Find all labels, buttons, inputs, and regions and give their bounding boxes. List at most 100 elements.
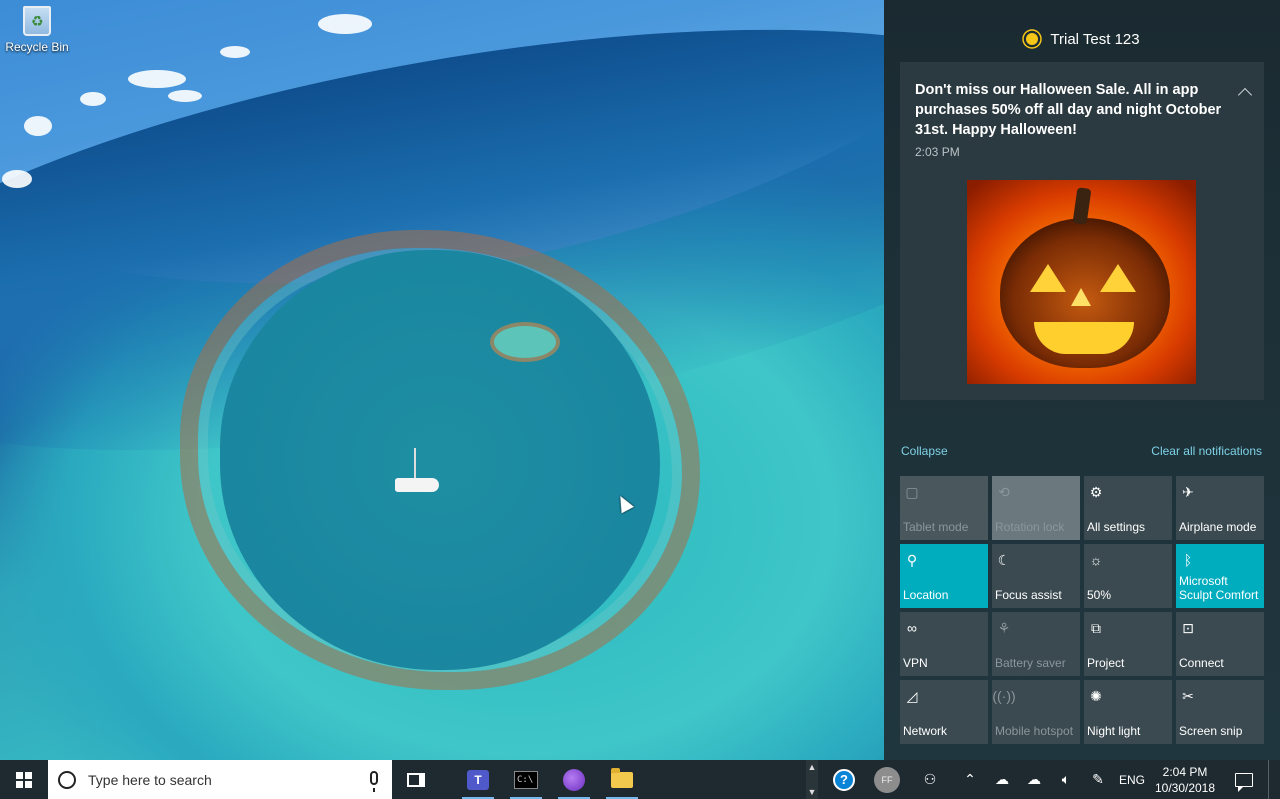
pumpkin-nose bbox=[1071, 288, 1091, 306]
tile-brightness[interactable]: ☼ 50% bbox=[1084, 544, 1172, 608]
tile-mobile-hotspot[interactable]: ((·)) Mobile hotspot bbox=[992, 680, 1080, 744]
clock-date: 10/30/2018 bbox=[1154, 780, 1216, 795]
notification-image bbox=[967, 180, 1196, 384]
clock[interactable]: 2:04 PM 10/30/2018 bbox=[1150, 764, 1220, 796]
tile-location[interactable]: ⚲ Location bbox=[900, 544, 988, 608]
cloud bbox=[220, 46, 250, 58]
wallpaper-lagoon bbox=[220, 250, 660, 670]
tile-network[interactable]: ◿ Network bbox=[900, 680, 988, 744]
cortana-icon bbox=[58, 770, 76, 789]
tile-label: Screen snip bbox=[1179, 724, 1243, 738]
tile-label: Project bbox=[1087, 656, 1125, 670]
avatar: FF bbox=[874, 766, 900, 793]
tile-label: Microsoft Sculpt Comfort bbox=[1179, 574, 1259, 602]
action-center: Trial Test 123 Don't miss our Halloween … bbox=[884, 0, 1280, 760]
connect-icon: ⊡ bbox=[1182, 619, 1194, 636]
cloud bbox=[128, 70, 186, 88]
chevron-up-icon[interactable] bbox=[1237, 87, 1253, 103]
tray-help[interactable]: ? bbox=[828, 760, 860, 799]
tablet-icon: ▢ bbox=[905, 483, 919, 500]
onedrive-icon[interactable]: ☁ bbox=[1018, 760, 1050, 799]
people-icon[interactable]: ⚇ bbox=[914, 760, 946, 799]
tile-project[interactable]: ⧉ Project bbox=[1084, 612, 1172, 676]
cloud bbox=[318, 14, 372, 34]
cloud bbox=[168, 90, 202, 102]
airplane-icon: ✈ bbox=[1182, 483, 1194, 500]
taskbar-app-file-explorer[interactable] bbox=[598, 760, 646, 799]
onedrive-sync-icon[interactable]: ☁ bbox=[986, 760, 1018, 799]
screen-snip-icon: ✂ bbox=[1182, 687, 1194, 704]
pen-ink-icon[interactable]: ✎ bbox=[1082, 760, 1114, 799]
bluetooth-icon: ᛒ bbox=[1183, 552, 1193, 568]
clear-all-notifications-link[interactable]: Clear all notifications bbox=[1151, 444, 1262, 458]
notification-card[interactable]: Don't miss our Halloween Sale. All in ap… bbox=[900, 62, 1264, 400]
tile-label: Night light bbox=[1087, 724, 1141, 738]
wallpaper-heart-reef bbox=[490, 322, 560, 362]
tile-label: Airplane mode bbox=[1179, 520, 1257, 534]
gear-icon: ⚙ bbox=[1089, 483, 1103, 500]
tile-vpn[interactable]: ∞ VPN bbox=[900, 612, 988, 676]
tile-screen-snip[interactable]: ✂ Screen snip bbox=[1176, 680, 1264, 744]
input-language[interactable]: ENG bbox=[1114, 760, 1150, 799]
chevron-down-icon[interactable]: ▼ bbox=[808, 787, 817, 797]
search-placeholder: Type here to search bbox=[88, 771, 212, 788]
desktop-wallpaper: Recycle Bin bbox=[0, 0, 884, 760]
tile-label: VPN bbox=[903, 656, 928, 670]
cloud bbox=[80, 92, 106, 106]
tile-label: 50% bbox=[1087, 588, 1112, 602]
tile-night-light[interactable]: ✺ Night light bbox=[1084, 680, 1172, 744]
pumpkin-eye bbox=[1100, 264, 1136, 292]
notification-app-name: Trial Test 123 bbox=[1050, 30, 1140, 48]
start-button[interactable] bbox=[0, 760, 48, 799]
brightness-icon: ☼ bbox=[1089, 552, 1103, 568]
hotspot-icon: ((·)) bbox=[992, 688, 1016, 704]
taskbar-app-command-prompt[interactable]: C:\ bbox=[502, 760, 550, 799]
notification-time: 2:03 PM bbox=[915, 145, 960, 159]
system-tray: ? FF ⚇ ⌃ ☁ ☁ 🔈︎ ✎ ENG 2:04 PM 10/30/2018 bbox=[828, 760, 1273, 799]
taskbar-app-teams[interactable]: T bbox=[454, 760, 502, 799]
tile-label: All settings bbox=[1087, 520, 1146, 534]
tray-avatar[interactable]: FF bbox=[860, 760, 914, 799]
night-light-icon: ✺ bbox=[1090, 687, 1102, 704]
cloud bbox=[24, 116, 52, 136]
task-view-button[interactable] bbox=[392, 760, 440, 799]
tile-label: Mobile hotspot bbox=[995, 724, 1074, 738]
pumpkin-eye bbox=[1030, 264, 1066, 292]
tile-label: Connect bbox=[1179, 656, 1224, 670]
notification-app-header: Trial Test 123 bbox=[884, 26, 1280, 52]
recycle-bin-label: Recycle Bin bbox=[5, 40, 69, 54]
show-desktop-button[interactable] bbox=[1268, 760, 1273, 799]
tile-all-settings[interactable]: ⚙ All settings bbox=[1084, 476, 1172, 540]
quick-actions-grid: ▢ Tablet mode ⟲ Rotation lock ⚙ All sett… bbox=[900, 476, 1264, 744]
tile-label: Focus assist bbox=[995, 588, 1062, 602]
boat-mast bbox=[414, 448, 416, 480]
task-view-icon bbox=[407, 772, 425, 787]
chevron-up-icon[interactable]: ▲ bbox=[808, 762, 817, 772]
recycle-bin-icon bbox=[23, 6, 51, 36]
action-center-button[interactable] bbox=[1220, 760, 1268, 799]
rotation-lock-icon: ⟲ bbox=[998, 483, 1010, 500]
tile-connect[interactable]: ⊡ Connect bbox=[1176, 612, 1264, 676]
tile-battery-saver[interactable]: ⚘ Battery saver bbox=[992, 612, 1080, 676]
help-icon: ? bbox=[833, 768, 855, 791]
notification-title: Don't miss our Halloween Sale. All in ap… bbox=[915, 82, 1222, 138]
taskbar-search-box[interactable]: Type here to search bbox=[48, 760, 392, 799]
location-icon: ⚲ bbox=[906, 551, 918, 568]
tile-focus-assist[interactable]: ☾ Focus assist bbox=[992, 544, 1080, 608]
tile-label: Network bbox=[903, 724, 948, 738]
tile-label: Rotation lock bbox=[995, 520, 1065, 534]
recycle-bin[interactable]: Recycle Bin bbox=[4, 6, 70, 54]
taskbar-app-purple[interactable] bbox=[550, 760, 598, 799]
tile-label: Location bbox=[903, 588, 949, 602]
volume-icon[interactable]: 🔈︎ bbox=[1050, 760, 1082, 799]
tile-tablet-mode[interactable]: ▢ Tablet mode bbox=[900, 476, 988, 540]
tile-bluetooth[interactable]: ᛒ Microsoft Sculpt Comfort bbox=[1176, 544, 1264, 608]
app-sun-icon bbox=[1026, 33, 1039, 45]
show-hidden-icons-chevron-icon[interactable]: ⌃ bbox=[954, 760, 986, 799]
taskbar-scroll[interactable]: ▲ ▼ bbox=[806, 760, 818, 799]
collapse-link[interactable]: Collapse bbox=[901, 444, 948, 458]
tile-airplane-mode[interactable]: ✈ Airplane mode bbox=[1176, 476, 1264, 540]
boat bbox=[395, 478, 439, 492]
tile-rotation-lock[interactable]: ⟲ Rotation lock bbox=[992, 476, 1080, 540]
microphone-icon[interactable] bbox=[370, 771, 378, 792]
